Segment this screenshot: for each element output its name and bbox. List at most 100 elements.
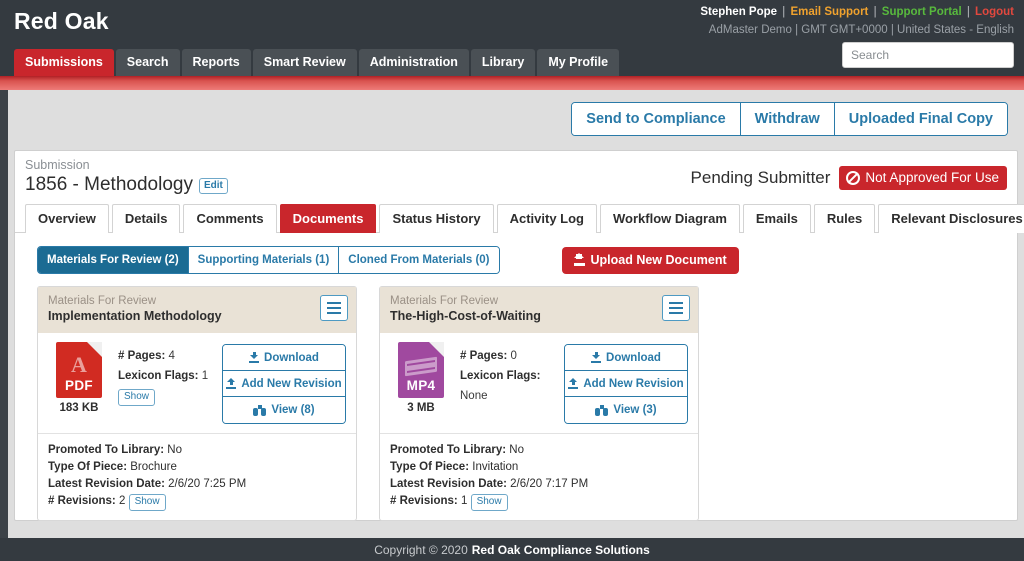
separator: | <box>779 6 789 18</box>
user-name: Stephen Pope <box>700 6 778 18</box>
revision-date-row: Latest Revision Date: 2/6/20 7:25 PM <box>48 476 346 493</box>
lexicon-show-row: Show <box>118 386 214 406</box>
nav-item-reports[interactable]: Reports <box>181 49 251 76</box>
lexicon-row: Lexicon Flags: 1 <box>118 366 214 386</box>
revisions-row: # Revisions: 1 Show <box>390 493 688 511</box>
status-badge[interactable]: Not Approved For Use <box>839 166 1007 190</box>
uploaded-final-copy-button[interactable]: Uploaded Final Copy <box>834 103 1007 135</box>
tab-relevant-disclosures[interactable]: Relevant Disclosures <box>878 204 1024 233</box>
pdf-file-icon: A PDF <box>56 342 102 398</box>
documents-toolbar: Materials For Review (2) Supporting Mate… <box>15 233 1017 274</box>
pages-value: 0 <box>510 350 517 362</box>
edit-submission-button[interactable]: Edit <box>198 178 228 194</box>
tenant-locale-info: AdMaster Demo | GMT GMT+0000 | United St… <box>708 24 1014 36</box>
tab-status-history[interactable]: Status History <box>379 204 494 233</box>
global-search-input[interactable] <box>842 42 1014 68</box>
add-new-revision-button[interactable]: Add New Revision <box>223 371 345 397</box>
download-button[interactable]: Download <box>565 345 687 371</box>
accent-strip <box>0 76 1024 90</box>
nav-item-search[interactable]: Search <box>115 49 180 76</box>
document-card: Materials For Review The-High-Cost-of-Wa… <box>379 286 699 521</box>
upload-new-document-button[interactable]: Upload New Document <box>561 246 739 274</box>
hamburger-icon-line <box>327 312 341 314</box>
file-size: 3 MB <box>407 402 435 414</box>
document-card-body: MP4 3 MB # Pages: 0 Lexicon Flags: None … <box>380 333 698 434</box>
show-lexicon-flags-button[interactable]: Show <box>118 389 156 406</box>
nav-item-library[interactable]: Library <box>470 49 536 76</box>
top-header-bar: Red Oak Stephen Pope | Email Support | S… <box>0 0 1024 76</box>
pages-row: # Pages: 4 <box>118 346 214 366</box>
file-type-label: PDF <box>65 378 93 393</box>
email-support-link[interactable]: Email Support <box>790 6 868 18</box>
upload-new-document-label: Upload New Document <box>590 253 727 267</box>
tab-overview[interactable]: Overview <box>25 204 109 233</box>
support-portal-link[interactable]: Support Portal <box>882 6 962 18</box>
submission-header: Submission 1856 - Methodology Edit Pendi… <box>15 151 1017 203</box>
file-info-column: MP4 3 MB <box>390 342 452 424</box>
submission-status: Pending Submitter Not Approved For Use <box>691 166 1007 190</box>
filter-materials-for-review[interactable]: Materials For Review (2) <box>38 247 189 273</box>
tab-rules[interactable]: Rules <box>813 204 876 233</box>
upload-icon <box>573 253 585 266</box>
nav-item-submissions[interactable]: Submissions <box>14 49 114 76</box>
separator: | <box>870 6 880 18</box>
revision-date-label: Latest Revision Date: <box>390 478 507 490</box>
revision-date-label: Latest Revision Date: <box>48 478 165 490</box>
send-to-compliance-button[interactable]: Send to Compliance <box>572 103 741 135</box>
document-menu-button[interactable] <box>320 295 348 321</box>
document-category: Materials For Review <box>390 295 498 307</box>
tab-activity-log[interactable]: Activity Log <box>496 204 597 233</box>
file-info-column: A PDF 183 KB <box>48 342 110 424</box>
nav-item-smart-review[interactable]: Smart Review <box>252 49 357 76</box>
filter-cloned-from-materials[interactable]: Cloned From Materials (0) <box>339 247 499 273</box>
download-button[interactable]: Download <box>223 345 345 371</box>
tab-comments[interactable]: Comments <box>183 204 277 233</box>
filter-supporting-materials[interactable]: Supporting Materials (1) <box>188 247 340 273</box>
revision-date-row: Latest Revision Date: 2/6/20 7:17 PM <box>390 476 688 493</box>
tab-workflow-diagram[interactable]: Workflow Diagram <box>600 204 740 233</box>
document-card: Materials For Review Implementation Meth… <box>37 286 357 521</box>
app-brand-logo: Red Oak <box>14 8 109 34</box>
pdf-glyph: A <box>71 352 87 377</box>
promoted-row: Promoted To Library: No <box>390 442 688 459</box>
binoculars-icon <box>595 404 609 416</box>
pages-value: 4 <box>168 350 175 362</box>
add-new-revision-button[interactable]: Add New Revision <box>565 371 687 397</box>
show-revisions-button[interactable]: Show <box>128 494 166 511</box>
revisions-value: 1 <box>460 495 468 507</box>
withdraw-button[interactable]: Withdraw <box>740 103 835 135</box>
view-button[interactable]: View (8) <box>223 397 345 423</box>
document-title: Implementation Methodology <box>48 309 222 323</box>
hamburger-icon-line <box>669 312 683 314</box>
file-size: 183 KB <box>59 402 99 414</box>
view-button[interactable]: View (3) <box>565 397 687 423</box>
type-of-piece-label: Type Of Piece: <box>48 461 128 473</box>
add-new-revision-label: Add New Revision <box>241 377 342 390</box>
download-icon <box>249 352 260 363</box>
nav-item-administration[interactable]: Administration <box>358 49 469 76</box>
separator: | <box>963 6 974 18</box>
type-of-piece-row: Type Of Piece: Brochure <box>48 459 346 476</box>
pages-label: # Pages: <box>460 350 508 362</box>
logout-link[interactable]: Logout <box>975 6 1014 18</box>
type-of-piece-value: Invitation <box>472 461 519 473</box>
tab-documents[interactable]: Documents <box>279 204 377 233</box>
nav-item-my-profile[interactable]: My Profile <box>537 49 620 76</box>
tab-emails[interactable]: Emails <box>742 204 811 233</box>
lexicon-row: Lexicon Flags: None <box>460 366 556 406</box>
view-label: View (3) <box>613 404 657 416</box>
promoted-label: Promoted To Library: <box>48 444 165 456</box>
document-card-header: Materials For Review Implementation Meth… <box>38 287 356 333</box>
binoculars-icon <box>253 404 267 416</box>
tab-details[interactable]: Details <box>111 204 181 233</box>
document-menu-button[interactable] <box>662 295 690 321</box>
show-revisions-button[interactable]: Show <box>470 494 508 511</box>
document-card-footer: Promoted To Library: No Type Of Piece: B… <box>38 434 356 520</box>
promoted-row: Promoted To Library: No <box>48 442 346 459</box>
document-category: Materials For Review <box>48 295 156 307</box>
submission-panel: Submission 1856 - Methodology Edit Pendi… <box>14 150 1024 521</box>
upload-icon <box>568 378 579 389</box>
pages-label: # Pages: <box>118 350 166 362</box>
lexicon-flags-value: 1 <box>201 370 209 382</box>
download-icon <box>591 352 602 363</box>
